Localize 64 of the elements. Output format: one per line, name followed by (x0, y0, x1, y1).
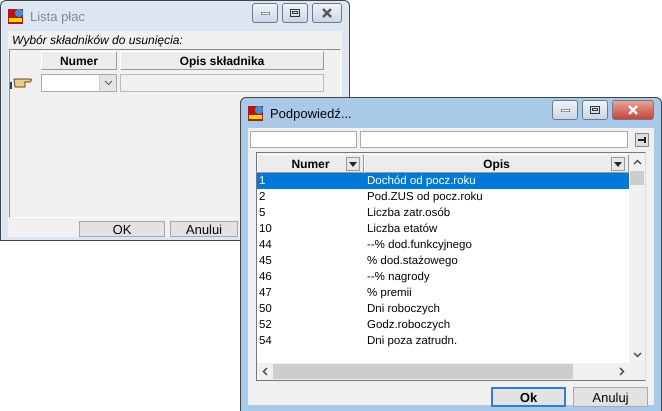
filter-button[interactable] (635, 132, 649, 146)
number-cell-text: 54 (258, 335, 273, 347)
close-icon (627, 105, 639, 115)
number-cell-text: 45 (258, 255, 273, 267)
dialog-button[interactable]: OK (79, 221, 165, 237)
number-cell-text: 47 (258, 287, 273, 299)
scroll-down-icon (632, 352, 642, 358)
description-cell-text: Liczba etatów (366, 223, 438, 235)
minimize-icon (260, 12, 270, 14)
number-cell-text: 1 (258, 175, 266, 187)
dialog-button[interactable]: Anului (170, 221, 238, 237)
vertical-scrollbar[interactable] (629, 153, 645, 363)
minimize-icon (560, 108, 570, 112)
dropdown-icon (349, 162, 357, 166)
dropdown-icon (614, 162, 622, 166)
number-cell-text: 44 (258, 239, 273, 251)
window-title: Podpowiedź... (270, 106, 353, 120)
column-header[interactable]: Numer (257, 154, 364, 173)
close-icon (321, 8, 333, 18)
maximize-icon (590, 106, 600, 114)
window-title: Lista płac (30, 8, 86, 24)
app-logo-icon (248, 105, 264, 121)
description-cell-text: Dochód od pocz.roku (366, 175, 477, 187)
description-cell-text: --% dod.funkcyjnego (366, 239, 473, 251)
close-button[interactable] (312, 3, 342, 23)
description-filter-field[interactable] (360, 131, 628, 148)
minimize-button[interactable] (552, 100, 578, 120)
description-cell-text: Dni poza zatrudn. (366, 335, 458, 347)
chevron-down-icon (104, 80, 112, 86)
scroll-up-icon (632, 159, 642, 165)
number-filter-field[interactable] (250, 131, 357, 148)
dialog-button[interactable]: Anuluj (573, 387, 648, 407)
maximize-icon (290, 9, 300, 17)
app-logo-icon (8, 8, 24, 24)
number-cell-text: 46 (258, 271, 273, 283)
number-cell-text: 2 (258, 191, 266, 203)
dropdown-button[interactable] (99, 75, 116, 91)
minimize-button[interactable] (252, 3, 278, 23)
dialog-button[interactable]: Ok (491, 387, 566, 407)
list-row[interactable]: 1 Dochód od pocz.roku (257, 173, 629, 189)
prompt-label: Wybór składników do usunięcia: (11, 32, 184, 49)
description-cell-text: % dod.stażowego (366, 255, 459, 267)
number-cell-text: 50 (258, 303, 273, 315)
scroll-thumb[interactable] (273, 364, 573, 379)
filter-icon (638, 136, 646, 142)
column-header[interactable]: Opis składnika (120, 51, 324, 70)
column-header[interactable]: Opis (364, 154, 629, 173)
description-cell-text: Liczba zatr.osób (366, 207, 452, 219)
maximize-button[interactable] (282, 3, 308, 23)
column-header[interactable]: Numer (41, 51, 117, 70)
description-cell-text: % premii (366, 287, 413, 299)
number-dropdown[interactable] (41, 74, 117, 92)
scroll-right-icon (619, 367, 625, 376)
description-cell-text: Godz.roboczych (366, 319, 452, 331)
number-cell-text: 10 (258, 223, 273, 235)
description-cell-text: --% nagrody (366, 271, 431, 283)
horizontal-scrollbar[interactable] (257, 363, 645, 380)
number-cell-text: 52 (258, 319, 273, 331)
description-cell-text: Dni roboczych (366, 303, 441, 315)
maximize-button[interactable] (582, 100, 608, 120)
scroll-thumb[interactable] (630, 171, 644, 185)
close-button[interactable] (612, 100, 654, 120)
number-cell-text: 5 (258, 207, 266, 219)
description-cell-text: Pod.ZUS od pocz.roku (366, 191, 484, 203)
